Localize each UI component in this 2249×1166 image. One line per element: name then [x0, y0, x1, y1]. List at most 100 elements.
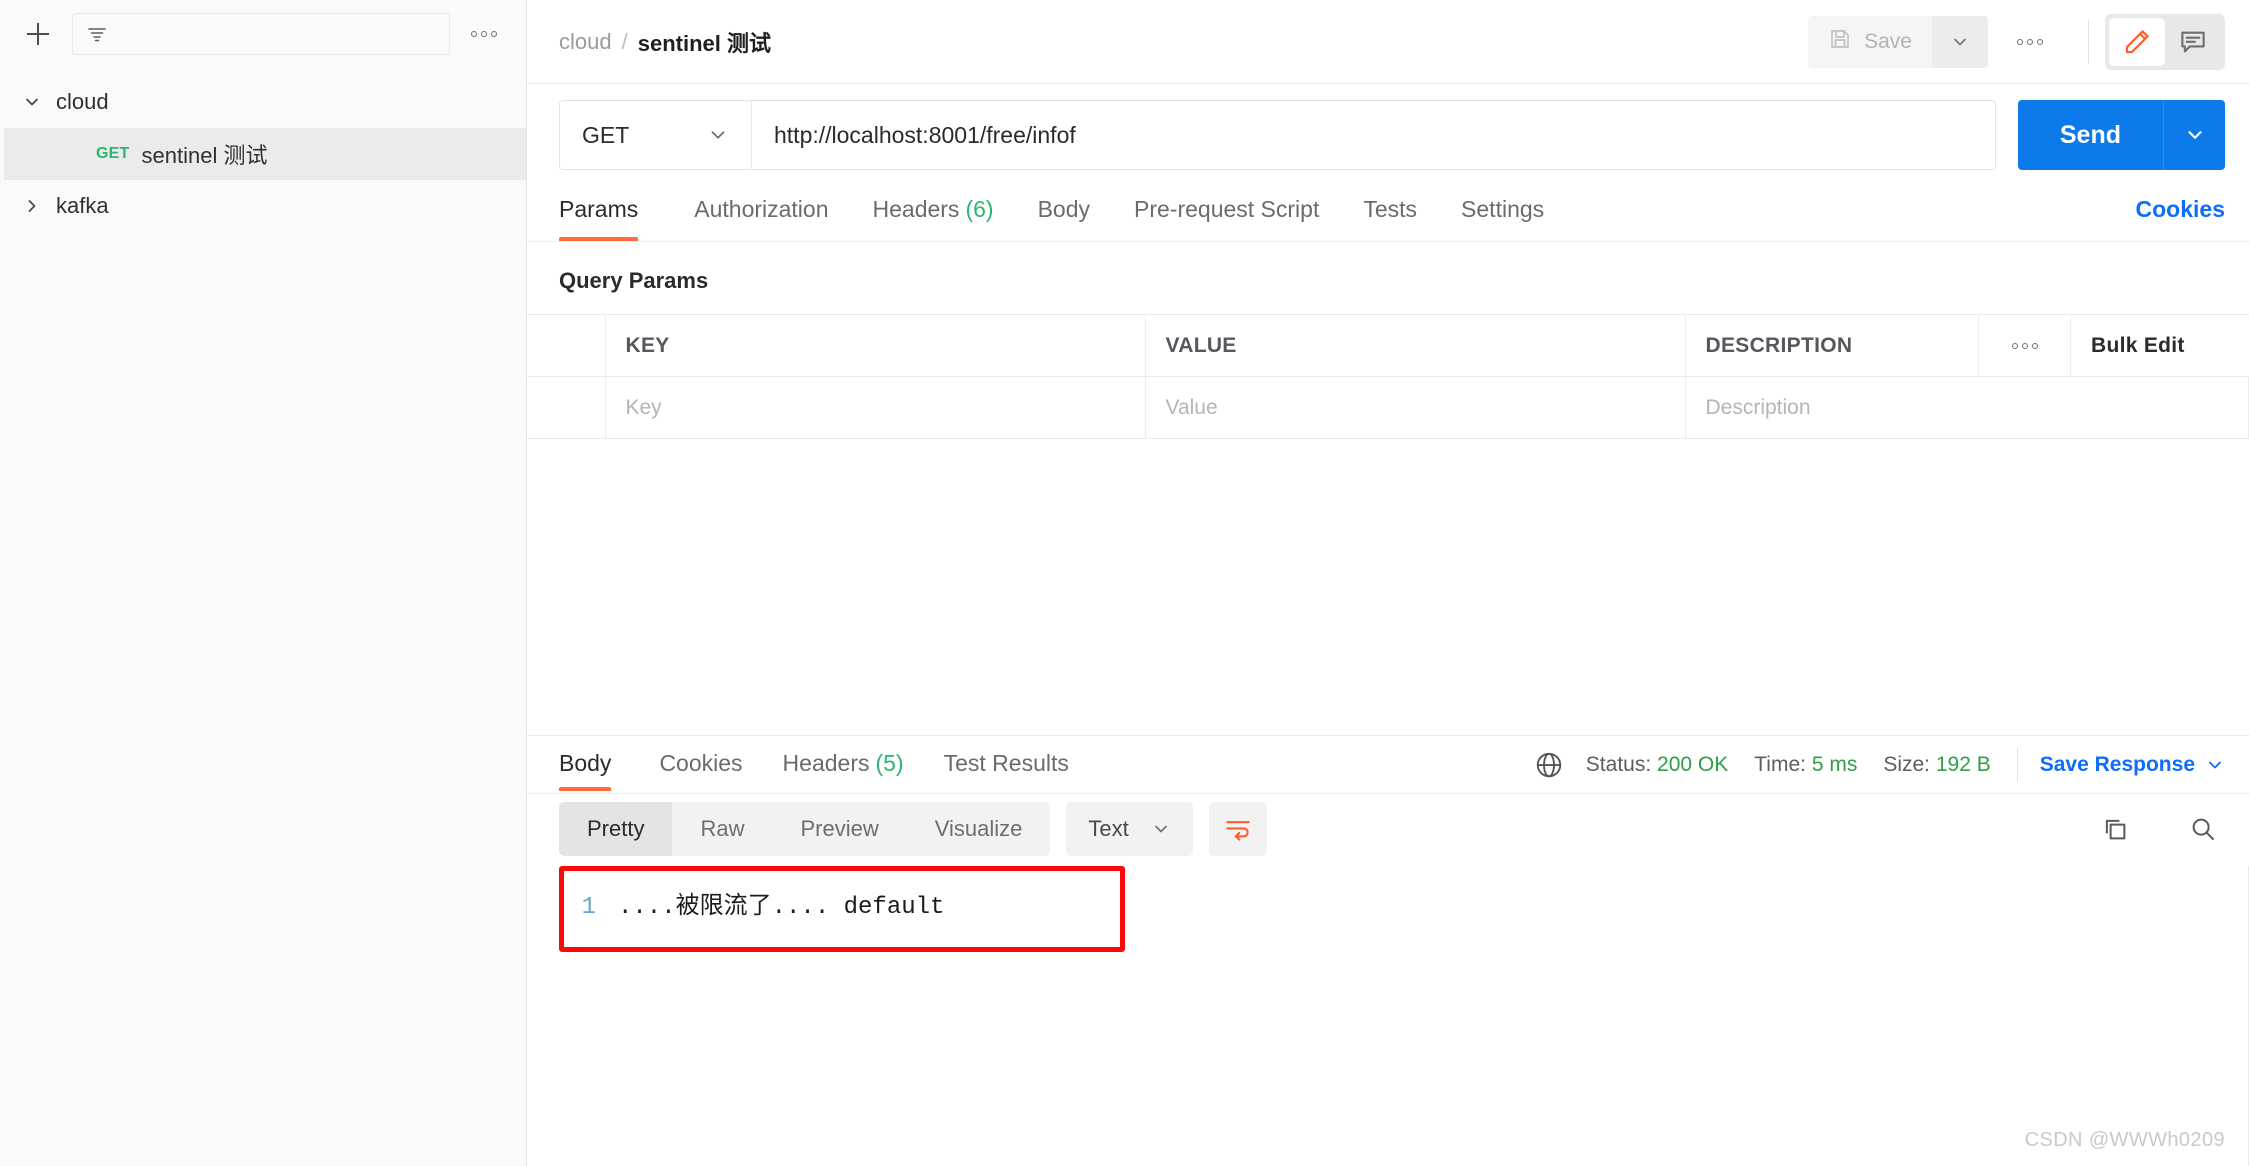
- query-params-section: Query Params KEY VALUE DESCRIPTION Bulk …: [527, 242, 2249, 439]
- sidebar-toolbar: [0, 0, 526, 68]
- status-value: 200 OK: [1657, 753, 1728, 776]
- save-button-group: Save: [1808, 16, 1988, 68]
- response-format-select[interactable]: Text: [1066, 802, 1192, 856]
- table-header-row: KEY VALUE DESCRIPTION Bulk Edit: [527, 315, 2249, 377]
- chevron-down-icon: [707, 124, 729, 146]
- response-tab-headers[interactable]: Headers(5): [763, 736, 924, 793]
- line-number: 1: [564, 894, 618, 921]
- tab-label: Pre-request Script: [1134, 196, 1319, 222]
- row-checkbox-cell[interactable]: [527, 377, 605, 439]
- filter-icon: [87, 26, 107, 42]
- view-mode-pretty[interactable]: Pretty: [559, 802, 672, 856]
- response-status-bar: Status: 200 OK Time: 5 ms Size: 192 B Sa…: [1534, 748, 2225, 782]
- query-params-title: Query Params: [527, 242, 2249, 314]
- tab-authorization[interactable]: Authorization: [672, 186, 850, 241]
- bulk-edit-button[interactable]: Bulk Edit: [2071, 315, 2249, 377]
- time-value: 5 ms: [1812, 753, 1858, 776]
- collection-tree: cloud GET sentinel 测试 kafka: [0, 68, 526, 232]
- url-input[interactable]: [752, 101, 1995, 169]
- word-wrap-button[interactable]: [1209, 802, 1267, 856]
- status-code: Status: 200 OK: [1586, 753, 1728, 777]
- response-tab-cookies[interactable]: Cookies: [639, 736, 762, 793]
- status-label: Status:: [1586, 753, 1651, 776]
- search-icon: [2188, 814, 2218, 844]
- response-toolbar-actions: [2093, 807, 2225, 851]
- send-options-dropdown[interactable]: [2163, 100, 2225, 170]
- status-divider: [2017, 748, 2018, 782]
- chevron-down-icon: [1950, 32, 1970, 52]
- response-body-highlight-box: 1 ....被限流了.... default: [559, 866, 1125, 952]
- header-actions: Save: [1808, 14, 2225, 70]
- view-mode-raw[interactable]: Raw: [672, 802, 772, 856]
- size-label: Size:: [1883, 753, 1930, 776]
- watermark: CSDN @WWWh0209: [2025, 1129, 2225, 1152]
- tab-label: Settings: [1461, 196, 1544, 222]
- edit-mode-button[interactable]: [2109, 18, 2165, 66]
- header-divider: [2088, 20, 2089, 64]
- table-row: Key Value Description: [527, 377, 2249, 439]
- tab-label: Params: [559, 196, 638, 222]
- tab-params[interactable]: Params: [559, 186, 660, 241]
- response-tab-test-results[interactable]: Test Results: [924, 736, 1089, 793]
- response-view-mode-group: Pretty Raw Preview Visualize: [559, 802, 1050, 856]
- response-body-text[interactable]: ....被限流了.... default: [618, 885, 944, 921]
- breadcrumb-separator: /: [622, 29, 628, 55]
- view-mode-group: [2105, 14, 2225, 70]
- cookies-link[interactable]: Cookies: [2136, 186, 2225, 241]
- sidebar-item-label: cloud: [56, 89, 109, 115]
- tab-label: Headers: [783, 750, 870, 776]
- save-options-dropdown[interactable]: [1932, 16, 1988, 68]
- request-header: cloud / sentinel 测试 Save: [527, 0, 2249, 84]
- tab-body[interactable]: Body: [1016, 186, 1112, 241]
- add-new-button[interactable]: [18, 14, 58, 54]
- sidebar-filter-input[interactable]: [72, 13, 450, 55]
- sidebar-item-kafka[interactable]: kafka: [0, 180, 526, 232]
- tab-label: Authorization: [694, 196, 828, 222]
- save-response-button[interactable]: Save Response: [2040, 753, 2225, 777]
- select-all-column: [527, 315, 605, 377]
- view-mode-preview[interactable]: Preview: [772, 802, 906, 856]
- send-button[interactable]: Send: [2018, 100, 2163, 170]
- tab-tests[interactable]: Tests: [1341, 186, 1439, 241]
- breadcrumb-parent[interactable]: cloud: [559, 29, 612, 55]
- view-mode-visualize[interactable]: Visualize: [907, 802, 1051, 856]
- column-header-value: VALUE: [1145, 315, 1685, 377]
- tab-pre-request-script[interactable]: Pre-request Script: [1112, 186, 1341, 241]
- sidebar: cloud GET sentinel 测试 kafka: [0, 0, 527, 1166]
- time-label: Time:: [1754, 753, 1806, 776]
- tab-label: Cookies: [659, 750, 742, 776]
- chevron-down-icon: [2205, 755, 2225, 775]
- pencil-icon: [2122, 27, 2152, 57]
- sidebar-item-label: sentinel 测试: [142, 138, 268, 170]
- search-response-button[interactable]: [2181, 807, 2225, 851]
- sidebar-item-cloud[interactable]: cloud: [0, 76, 526, 128]
- params-more-options-button[interactable]: [1979, 315, 2071, 377]
- response-size: Size: 192 B: [1883, 753, 1990, 777]
- comment-mode-button[interactable]: [2165, 18, 2221, 66]
- send-button-group: Send: [2018, 100, 2225, 170]
- request-more-options-button[interactable]: [2010, 22, 2050, 62]
- http-method-select[interactable]: GET: [560, 101, 752, 169]
- param-key-input[interactable]: Key: [605, 377, 1145, 439]
- url-bar: GET Send: [527, 84, 2249, 186]
- tab-headers[interactable]: Headers(6): [851, 186, 1016, 241]
- tab-label: Tests: [1363, 196, 1417, 222]
- main-panel: cloud / sentinel 测试 Save: [527, 0, 2249, 1166]
- save-response-label: Save Response: [2040, 753, 2195, 777]
- more-horizontal-icon: [471, 31, 497, 37]
- param-description-input[interactable]: Description: [1685, 377, 2249, 439]
- breadcrumb-current: sentinel 测试: [638, 26, 771, 58]
- param-value-input[interactable]: Value: [1145, 377, 1685, 439]
- sidebar-item-sentinel-request[interactable]: GET sentinel 测试: [0, 128, 526, 180]
- tab-settings[interactable]: Settings: [1439, 186, 1566, 241]
- save-button[interactable]: Save: [1808, 16, 1932, 68]
- tab-label: Headers: [873, 196, 960, 222]
- sidebar-more-options-button[interactable]: [464, 14, 504, 54]
- response-viewer-toolbar: Pretty Raw Preview Visualize Text: [527, 794, 2249, 866]
- request-method-badge: GET: [96, 145, 130, 163]
- copy-to-clipboard-button[interactable]: [2093, 807, 2137, 851]
- word-wrap-icon: [1223, 814, 1253, 844]
- request-body-empty-area: [527, 439, 2249, 736]
- response-tab-body[interactable]: Body: [559, 736, 631, 793]
- save-disk-icon: [1828, 27, 1852, 57]
